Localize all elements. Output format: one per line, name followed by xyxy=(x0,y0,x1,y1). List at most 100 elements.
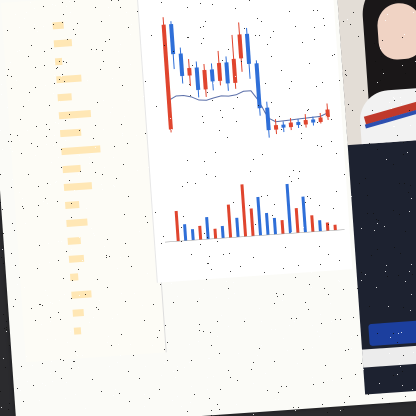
chat-message xyxy=(364,279,416,287)
candle-body xyxy=(311,119,316,123)
noise-dot xyxy=(343,409,344,410)
order-row[interactable] xyxy=(19,159,147,177)
candle-body xyxy=(231,58,238,83)
noise-dot xyxy=(5,367,6,368)
notes-panel xyxy=(174,233,352,295)
volume-bar xyxy=(318,220,322,232)
chat-message xyxy=(357,183,416,191)
order-row[interactable] xyxy=(25,249,153,267)
volume-bar xyxy=(70,273,79,281)
candle-body xyxy=(303,119,308,125)
volume-bar xyxy=(220,225,225,239)
candle-body xyxy=(244,33,252,64)
order-row[interactable] xyxy=(16,123,144,141)
candle-body xyxy=(187,67,192,76)
noise-dot xyxy=(9,403,10,404)
candle-body xyxy=(209,69,215,82)
candle-body xyxy=(216,62,223,82)
volume-bar xyxy=(264,212,270,236)
candle-body xyxy=(237,34,244,59)
volume-bar xyxy=(183,224,188,241)
order-row[interactable] xyxy=(10,34,138,52)
volume-bar xyxy=(66,218,88,227)
volume-bar xyxy=(213,228,218,239)
trading-window xyxy=(0,0,416,416)
noise-dot xyxy=(6,331,7,332)
volume-bar xyxy=(249,208,255,237)
volume-bar xyxy=(190,229,195,241)
volume-bar xyxy=(301,196,307,233)
order-row[interactable] xyxy=(13,87,141,105)
volume-bar xyxy=(62,164,81,174)
volume-bar xyxy=(63,182,93,192)
volume-bar xyxy=(285,183,292,234)
volume-bar xyxy=(52,21,64,30)
screen xyxy=(0,0,416,416)
order-row[interactable] xyxy=(20,177,148,195)
note-line xyxy=(175,248,345,260)
order-row[interactable] xyxy=(15,105,143,123)
noise-dot xyxy=(1,257,2,258)
noise-dot xyxy=(6,321,7,322)
order-row[interactable] xyxy=(21,195,149,213)
volume-bar xyxy=(54,57,63,66)
volume-bar xyxy=(205,217,210,240)
noise-dot xyxy=(8,409,9,410)
volume-bar xyxy=(310,215,315,232)
candle-body xyxy=(281,124,286,128)
candle-body xyxy=(325,109,330,118)
chat-message xyxy=(358,199,416,207)
chat-message xyxy=(362,263,416,271)
chat-message xyxy=(356,167,416,175)
volume-bar xyxy=(294,208,300,233)
noise-dot xyxy=(0,391,1,392)
candle-body xyxy=(273,124,279,130)
volume-bar xyxy=(64,201,80,209)
volume-bar xyxy=(57,93,72,102)
noise-dot xyxy=(327,412,328,413)
candle-body xyxy=(169,24,176,55)
noise-dot xyxy=(2,249,3,250)
volume-bar xyxy=(226,204,233,238)
volume-bar xyxy=(58,110,91,120)
volume-bar xyxy=(272,217,278,235)
volume-bar xyxy=(174,210,180,242)
candle-body xyxy=(178,53,185,77)
noise-dot xyxy=(389,403,390,404)
order-row[interactable] xyxy=(11,52,139,70)
chat-message xyxy=(361,247,416,255)
volume-bar xyxy=(240,184,248,237)
noise-dot xyxy=(6,329,7,330)
candle-body xyxy=(296,121,301,126)
stream-banner xyxy=(368,317,416,347)
chat-message xyxy=(355,151,416,159)
volume-bar xyxy=(256,196,263,236)
volume-bar xyxy=(333,224,337,231)
noise-dot xyxy=(6,327,7,328)
noise-dot xyxy=(3,358,4,359)
noise-dot xyxy=(3,314,4,315)
candle-body xyxy=(288,122,294,128)
noise-dot xyxy=(253,414,254,415)
chat-message xyxy=(359,215,416,223)
candle-body xyxy=(254,63,262,109)
order-row[interactable] xyxy=(17,141,145,159)
noise-dot xyxy=(1,407,2,408)
noise-dot xyxy=(340,410,341,411)
order-row[interactable] xyxy=(8,16,136,34)
face xyxy=(375,1,416,61)
candle-body xyxy=(194,67,201,91)
volume-bar xyxy=(198,225,203,240)
candle-body xyxy=(265,107,271,131)
chat-message xyxy=(360,231,416,239)
order-row[interactable] xyxy=(24,231,152,249)
volume-bar xyxy=(56,74,82,84)
volume-bar xyxy=(280,220,285,234)
volume-bar xyxy=(325,222,330,231)
order-row[interactable] xyxy=(22,213,150,231)
volume-bar xyxy=(61,145,101,156)
order-row[interactable] xyxy=(12,69,140,87)
candle-body xyxy=(224,62,230,84)
note-line xyxy=(176,260,346,272)
volume-bar xyxy=(53,39,72,48)
